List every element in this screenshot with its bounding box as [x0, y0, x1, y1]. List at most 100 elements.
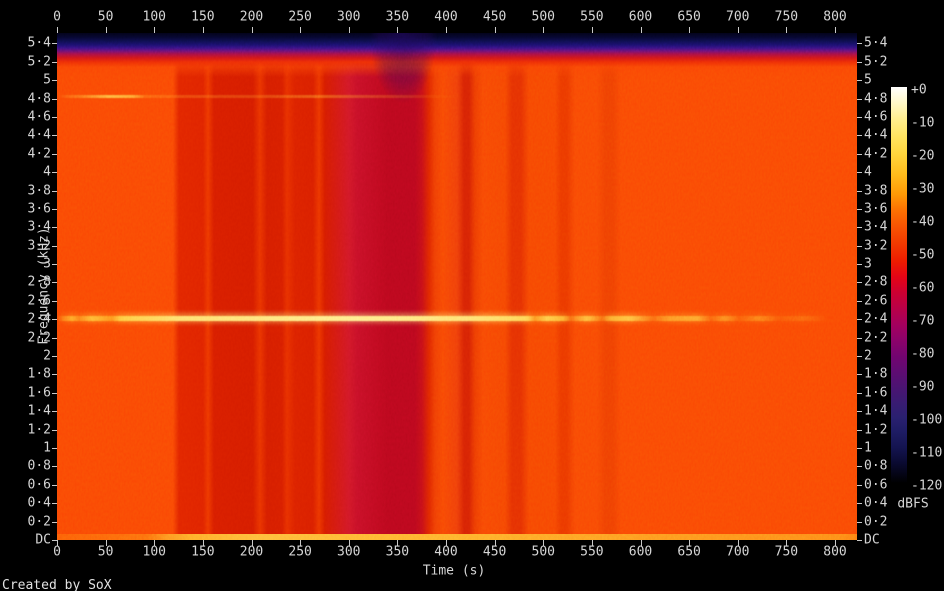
- time-tick-label-bottom: 300: [337, 544, 361, 560]
- time-tick-label-bottom: 400: [434, 544, 458, 560]
- freq-tick-mark-left: [52, 208, 57, 210]
- time-tick-label-bottom: 700: [726, 544, 750, 560]
- sox-spectrogram-window: Frequency (kHz) Time (s) dBFS Created by…: [0, 0, 944, 591]
- freq-tick-mark-right: [857, 392, 862, 394]
- time-tick-label-top: 400: [434, 9, 458, 25]
- freq-tick-mark-left: [52, 374, 57, 376]
- freq-tick-label-right: 2·8: [864, 274, 888, 290]
- freq-tick-label-left: 3·4: [27, 219, 51, 235]
- time-tick-mark-top: [251, 27, 253, 33]
- freq-tick-mark-left: [52, 503, 57, 505]
- freq-tick-mark-right: [857, 356, 862, 358]
- freq-tick-mark-right: [857, 153, 862, 155]
- freq-tick-mark-right: [857, 190, 862, 192]
- colorbar-tick-label: -120: [911, 478, 943, 494]
- spectrogram-grain-texture: [57, 33, 857, 540]
- freq-tick-label-right: DC: [864, 532, 880, 548]
- time-tick-label-bottom: 50: [97, 544, 114, 560]
- time-tick-mark-top: [786, 27, 788, 33]
- freq-tick-label-left: 5: [43, 72, 51, 88]
- time-tick-mark-top: [835, 27, 836, 33]
- time-tick-label-bottom: 100: [142, 544, 166, 560]
- colorbar-tick-label: -60: [911, 280, 935, 296]
- freq-tick-label-right: 2·2: [864, 330, 888, 346]
- freq-tick-label-left: DC: [35, 532, 51, 548]
- freq-tick-mark-left: [52, 43, 57, 45]
- freq-tick-label-right: 1·4: [864, 403, 888, 419]
- time-tick-label-top: 150: [191, 9, 215, 25]
- freq-tick-label-left: 4·4: [27, 127, 51, 143]
- time-tick-label-bottom: 800: [823, 544, 847, 560]
- freq-tick-mark-right: [857, 337, 862, 339]
- time-tick-label-bottom: 750: [774, 544, 799, 560]
- colorbar-tick-label: -20: [911, 148, 935, 164]
- quiet-segment-top-smudge: [363, 33, 443, 133]
- freq-tick-label-left: 4·6: [27, 109, 51, 125]
- freq-tick-label-right: 3: [864, 256, 872, 272]
- freq-tick-label-right: 0·2: [864, 514, 888, 530]
- freq-tick-mark-right: [857, 208, 862, 210]
- freq-tick-label-left: 2: [43, 348, 51, 364]
- freq-tick-mark-right: [857, 319, 862, 321]
- freq-tick-mark-right: [857, 43, 862, 45]
- freq-tick-label-right: 1: [864, 440, 872, 456]
- time-tick-label-top: 450: [482, 9, 507, 25]
- time-tick-label-bottom: 550: [580, 544, 604, 560]
- tonal-line-2-4khz: [57, 316, 857, 321]
- time-tick-mark-top: [446, 27, 447, 33]
- freq-tick-mark-right: [857, 116, 862, 118]
- freq-tick-label-left: 2·8: [27, 274, 51, 290]
- freq-tick-label-left: 2·4: [27, 311, 51, 327]
- time-tick-label-top: 300: [337, 9, 361, 25]
- freq-tick-mark-right: [857, 300, 862, 302]
- time-tick-label-top: 200: [239, 9, 264, 25]
- freq-tick-label-left: 1: [43, 440, 51, 456]
- time-tick-mark-top: [494, 27, 496, 33]
- time-tick-mark-top: [689, 27, 691, 33]
- time-tick-label-bottom: 650: [677, 544, 701, 560]
- freq-tick-label-right: 0·6: [864, 477, 888, 493]
- lowpass-rolloff-band: [57, 33, 857, 95]
- freq-tick-label-left: 1·6: [27, 385, 51, 401]
- freq-tick-mark-left: [52, 264, 57, 266]
- freq-tick-label-right: 4: [864, 164, 872, 180]
- freq-tick-label-right: 0·4: [864, 495, 888, 511]
- freq-tick-mark-left: [52, 356, 57, 358]
- time-tick-label-bottom: 600: [628, 544, 653, 560]
- freq-tick-label-left: 2·2: [27, 330, 51, 346]
- time-tick-label-top: 600: [628, 9, 653, 25]
- colorbar-tick-label: -70: [911, 313, 935, 329]
- freq-tick-label-left: 4·2: [27, 146, 51, 162]
- freq-tick-label-right: 5: [864, 72, 872, 88]
- time-tick-label-bottom: 200: [239, 544, 264, 560]
- time-tick-mark-top: [154, 27, 156, 33]
- freq-tick-mark-right: [857, 264, 862, 266]
- time-tick-label-top: 700: [726, 9, 750, 25]
- freq-tick-mark-right: [857, 484, 862, 486]
- freq-tick-label-right: 1·8: [864, 366, 888, 382]
- spectrogram-plot: [57, 33, 857, 540]
- time-tick-mark-top: [105, 27, 107, 33]
- time-tick-label-top: 100: [142, 9, 166, 25]
- freq-tick-label-left: 0·4: [27, 495, 51, 511]
- freq-tick-mark-right: [857, 374, 862, 376]
- freq-tick-label-left: 5·2: [27, 54, 51, 70]
- freq-tick-mark-right: [857, 521, 862, 523]
- freq-tick-mark-left: [52, 153, 57, 155]
- freq-tick-mark-left: [52, 411, 57, 413]
- credit-text: Created by SoX: [2, 578, 112, 591]
- freq-tick-label-right: 5·2: [864, 54, 888, 70]
- time-tick-label-bottom: 250: [288, 544, 312, 560]
- freq-tick-label-right: 2·6: [864, 293, 888, 309]
- freq-tick-mark-right: [857, 503, 862, 505]
- spectrogram-noise-floor: [57, 33, 857, 540]
- freq-tick-label-left: 5·4: [27, 35, 51, 51]
- freq-tick-mark-left: [52, 392, 57, 394]
- time-tick-label-top: 550: [580, 9, 604, 25]
- freq-tick-label-right: 4·2: [864, 146, 888, 162]
- freq-tick-mark-left: [52, 282, 57, 284]
- colorbar-tick-label: -110: [911, 445, 943, 461]
- colorbar-tick-label: -10: [911, 115, 935, 131]
- freq-tick-mark-right: [857, 227, 862, 229]
- colorbar: [891, 87, 907, 483]
